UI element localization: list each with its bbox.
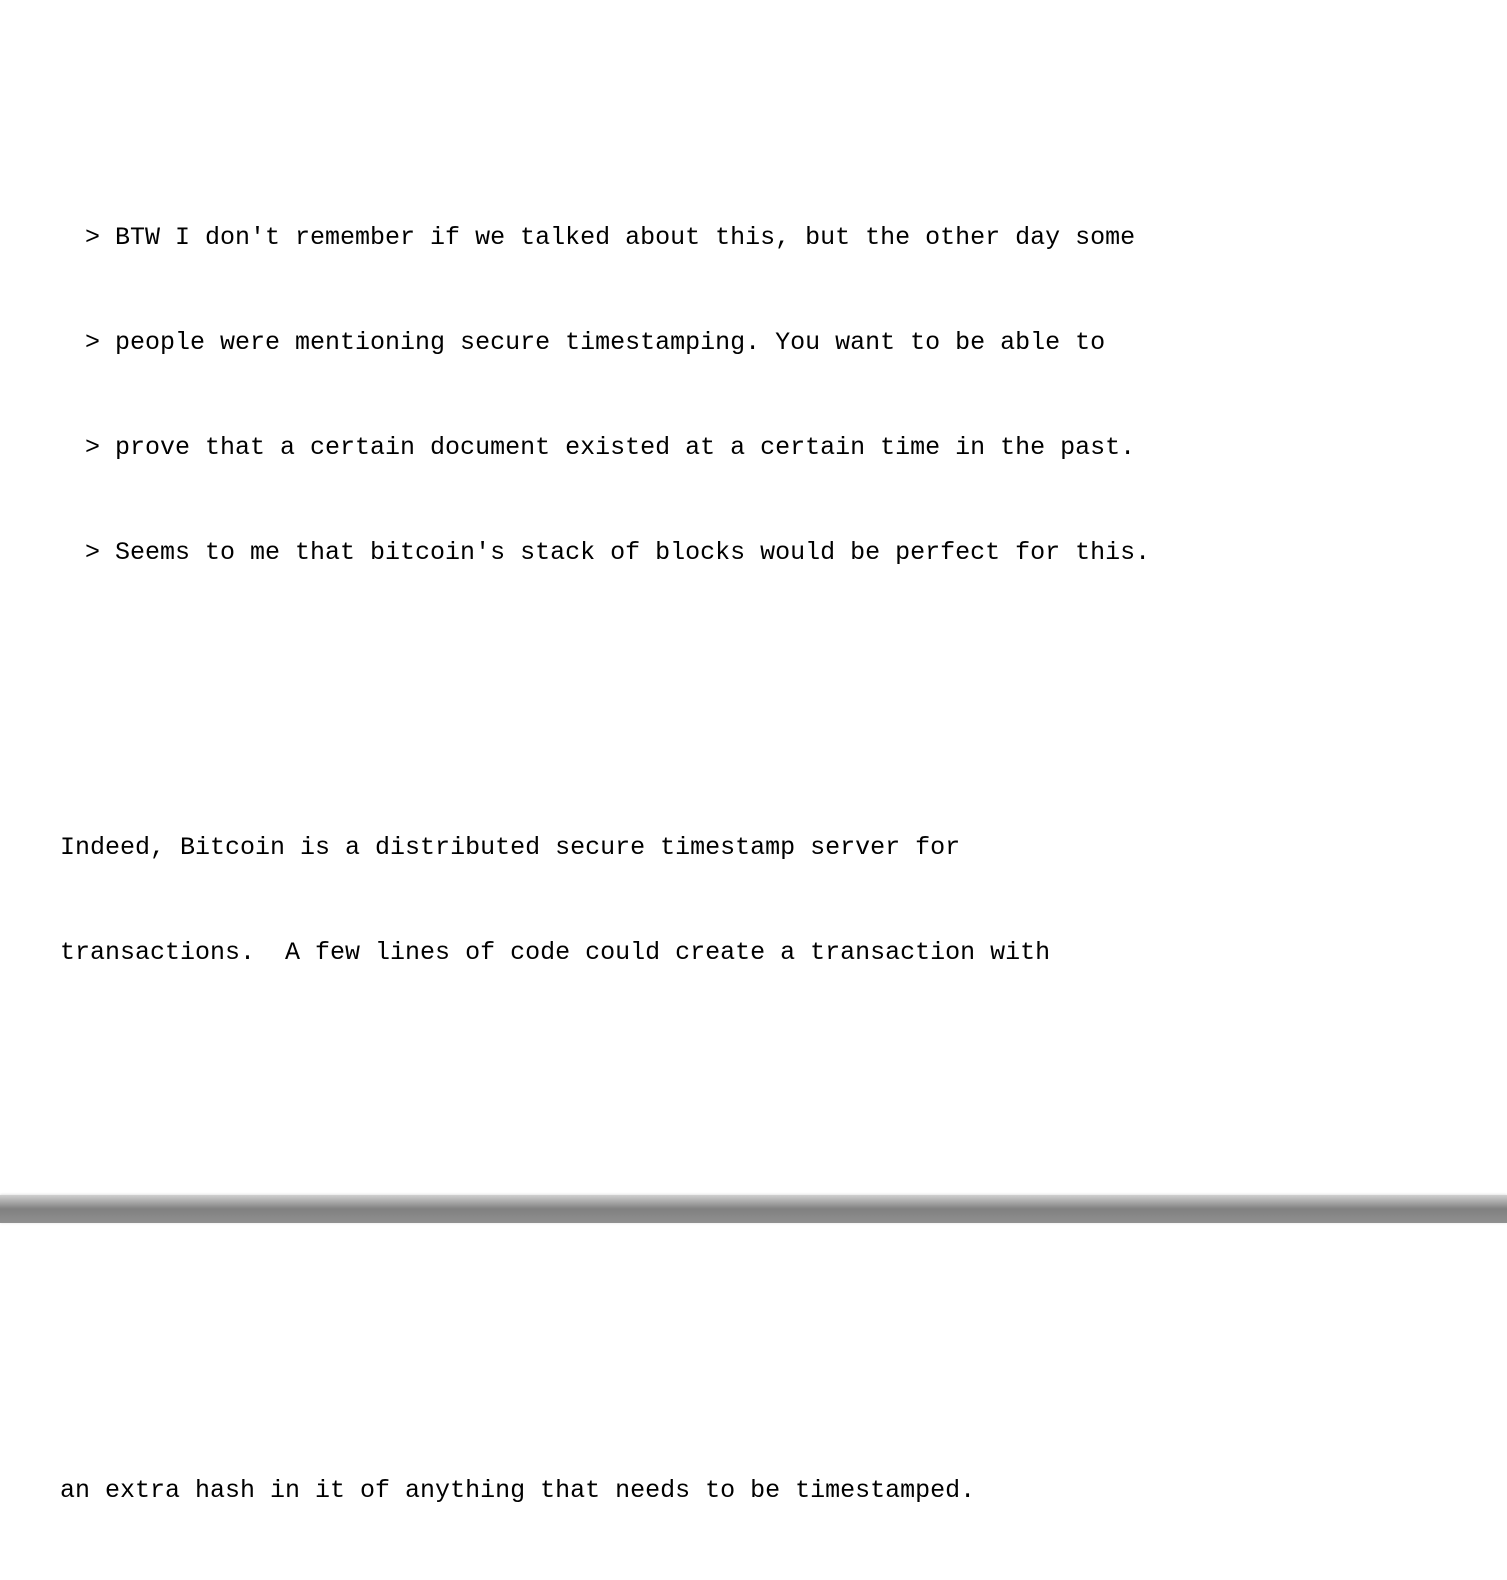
reply-line: Indeed, Bitcoin is a distributed secure … xyxy=(60,830,1447,865)
quoted-line: > BTW I don't remember if we talked abou… xyxy=(85,220,1447,255)
lower-page-section: an extra hash in it of anything that nee… xyxy=(0,1223,1507,1580)
quoted-line: > people were mentioning secure timestam… xyxy=(85,325,1447,360)
quoted-text-block: > BTW I don't remember if we talked abou… xyxy=(60,150,1447,640)
reply-line: transactions. A few lines of code could … xyxy=(60,935,1447,970)
continuation-text-block: an extra hash in it of anything that nee… xyxy=(60,1403,1447,1580)
quoted-line: > prove that a certain document existed … xyxy=(85,430,1447,465)
reply-text-block: Indeed, Bitcoin is a distributed secure … xyxy=(60,760,1447,1040)
body-line: I should add a command to timestamp a fi… xyxy=(60,1578,1447,1580)
page-break-divider xyxy=(0,1195,1507,1223)
body-line: an extra hash in it of anything that nee… xyxy=(60,1473,1447,1508)
quoted-line: > Seems to me that bitcoin's stack of bl… xyxy=(85,535,1447,570)
upper-page-section: > BTW I don't remember if we talked abou… xyxy=(0,0,1507,1195)
